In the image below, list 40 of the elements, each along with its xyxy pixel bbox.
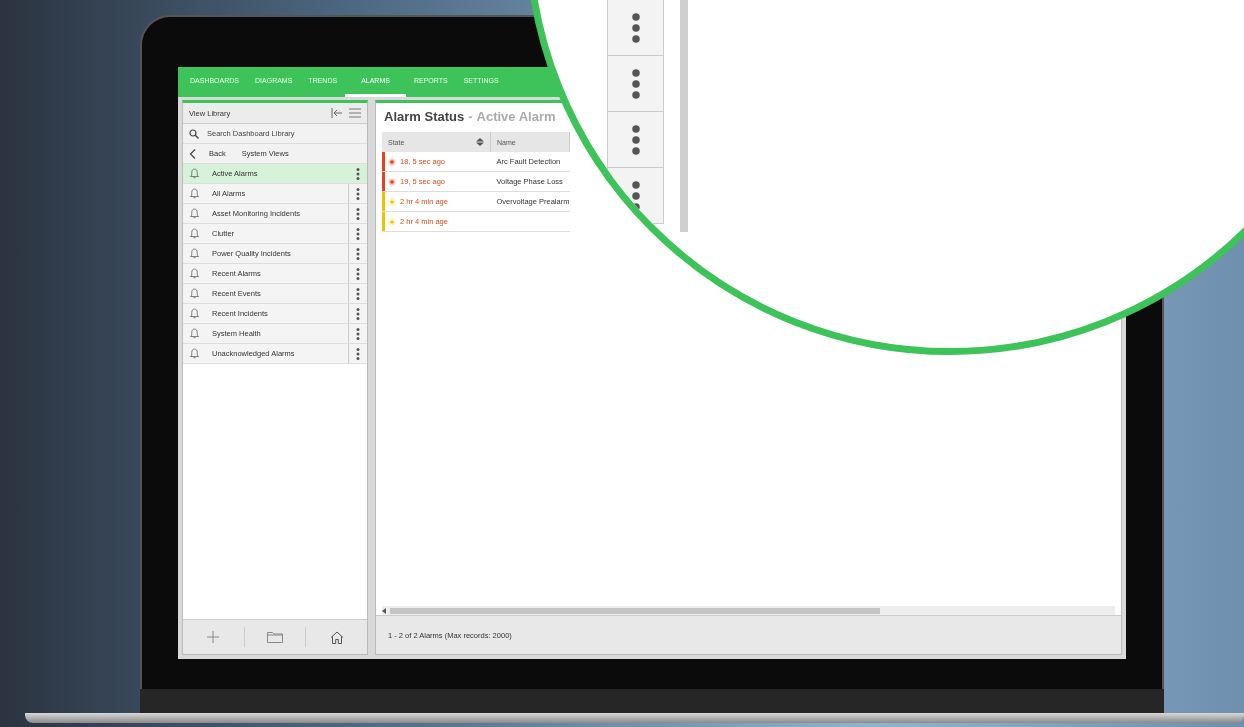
severity-icon (388, 197, 396, 206)
more-options-icon[interactable] (630, 180, 641, 211)
more-options-icon[interactable] (630, 68, 641, 99)
severity-icon (388, 157, 396, 166)
bell-icon (189, 268, 200, 279)
bell-icon (189, 348, 200, 359)
more-options-icon[interactable] (356, 187, 360, 200)
horizontal-scrollbar[interactable] (382, 606, 1115, 615)
bell-icon (189, 208, 200, 219)
plus-icon (207, 631, 220, 643)
bell-icon (189, 168, 200, 179)
more-options-icon[interactable] (630, 124, 641, 155)
title-separator: - (468, 109, 473, 124)
bell-icon (189, 188, 200, 199)
page-subtitle: Active Alarm (476, 109, 556, 124)
more-options-icon[interactable] (356, 167, 360, 180)
more-options-icon[interactable] (356, 227, 360, 240)
back-icon[interactable] (189, 148, 197, 159)
folder-icon (267, 631, 283, 643)
more-options-icon[interactable] (356, 307, 360, 320)
more-options-icon[interactable] (356, 327, 360, 340)
scroll-left-icon[interactable] (382, 607, 387, 614)
more-options-icon[interactable] (356, 247, 360, 260)
severity-icon (388, 177, 396, 186)
more-options-icon[interactable] (356, 207, 360, 220)
more-options-icon[interactable] (356, 347, 360, 360)
bell-icon (189, 328, 200, 339)
severity-icon (388, 217, 396, 226)
page-title: Alarm Status (384, 109, 465, 124)
sort-icon (476, 138, 484, 146)
bell-icon (189, 308, 200, 319)
home-icon (329, 630, 344, 644)
more-options-icon[interactable] (630, 12, 641, 43)
bell-icon (189, 228, 200, 239)
bell-icon (189, 288, 200, 299)
collapse-icon[interactable] (331, 108, 343, 118)
bell-icon (189, 248, 200, 259)
search-icon (189, 128, 199, 139)
more-options-icon[interactable] (356, 287, 360, 300)
more-options-icon[interactable] (356, 267, 360, 280)
